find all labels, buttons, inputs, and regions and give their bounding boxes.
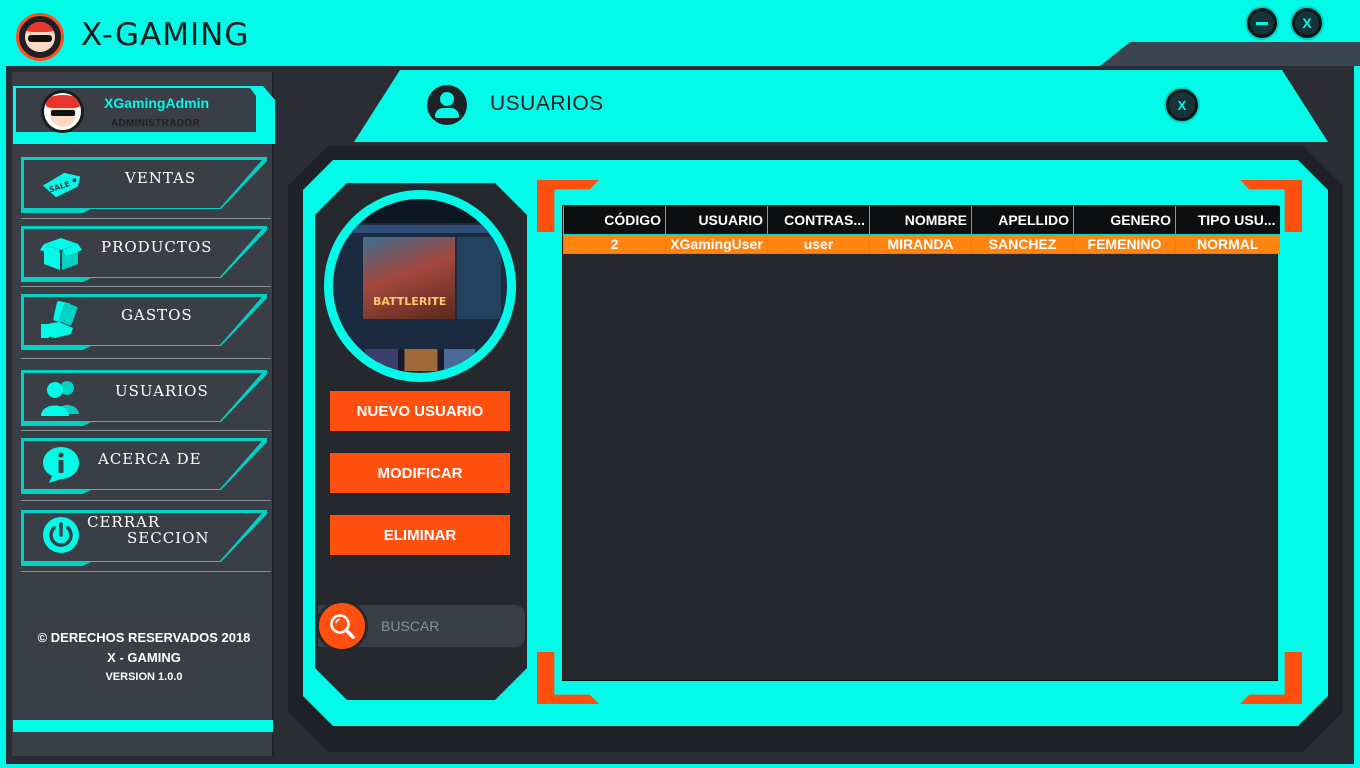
column-header-genero[interactable]: GENERO	[1073, 206, 1176, 235]
table-cell[interactable]: 2	[563, 233, 666, 254]
sidebar-divider	[21, 500, 271, 501]
table-cell[interactable]: FEMENINO	[1073, 233, 1176, 254]
profile-role: ADMINISTRADOR	[111, 118, 200, 129]
search-button[interactable]	[316, 600, 368, 652]
version-text: VERSION 1.0.0	[105, 671, 183, 683]
edit-button[interactable]: MODIFICAR	[330, 453, 510, 493]
sidebar-item-label: VENTAS	[125, 169, 197, 187]
user-icon	[427, 85, 467, 125]
sidebar-item-label-line2: SECCION	[127, 529, 210, 547]
search-input[interactable]	[360, 606, 520, 646]
delete-button[interactable]: ELIMINAR	[330, 515, 510, 555]
column-header-usuario[interactable]: USUARIO	[665, 206, 768, 235]
sidebar-item-label: GASTOS	[121, 306, 193, 324]
copyright-text: © DERECHOS RESERVADOS 2018	[37, 630, 251, 645]
table-cell[interactable]: NORMAL	[1175, 233, 1280, 254]
money-hand-icon	[39, 301, 83, 340]
search-icon	[330, 614, 355, 639]
column-header-contrasena[interactable]: CONTRAS...	[767, 206, 870, 235]
app-logo-icon	[16, 13, 64, 61]
page-title: USUARIOS	[490, 92, 604, 115]
sidebar-item-label: USUARIOS	[115, 382, 209, 400]
sidebar-item-cerrar-seccion[interactable]: CERRAR SECCION	[21, 510, 269, 566]
sidebar-divider	[21, 286, 271, 287]
sidebar-divider	[21, 430, 271, 431]
footer-brand: X - GAMING	[107, 650, 181, 665]
sale-tag-icon: SALE	[39, 165, 83, 203]
table-row[interactable]: 2 XGamingUser user MIRANDA SANCHEZ FEMEN…	[563, 233, 1280, 254]
new-user-button[interactable]: NUEVO USUARIO	[330, 391, 510, 431]
title-bar-decoration	[1100, 42, 1360, 66]
column-header-apellido[interactable]: APELLIDO	[971, 206, 1074, 235]
minimize-icon	[1256, 21, 1268, 25]
sidebar-divider	[21, 218, 271, 219]
table-cell[interactable]: MIRANDA	[869, 233, 972, 254]
app-title: X-GAMING	[81, 17, 250, 53]
sidebar-item-acerca-de[interactable]: ACERCA DE	[21, 438, 269, 494]
close-window-button[interactable]: X	[1292, 8, 1322, 38]
sidebar-divider	[21, 358, 271, 359]
user-photo: BATTLERITE	[333, 199, 507, 373]
sidebar-item-gastos[interactable]: GASTOS	[21, 294, 269, 350]
profile-username: XGamingAdmin	[104, 95, 210, 111]
column-header-codigo[interactable]: CÓDIGO	[563, 206, 666, 235]
sidebar-divider	[21, 571, 271, 572]
sidebar-item-ventas[interactable]: SALE VENTAS	[21, 157, 269, 213]
table-header-row: CÓDIGO USUARIO CONTRAS... NOMBRE APELLID…	[563, 206, 1280, 235]
sidebar-item-usuarios[interactable]: USUARIOS	[21, 370, 269, 426]
power-icon	[39, 516, 83, 554]
table-cell[interactable]: SANCHEZ	[971, 233, 1074, 254]
sidebar-bottom-bar	[13, 720, 273, 732]
users-icon	[39, 378, 83, 416]
table-cell[interactable]: XGamingUser	[665, 233, 768, 254]
column-header-tipo-usuario[interactable]: TIPO USU...	[1175, 206, 1280, 235]
column-header-nombre[interactable]: NOMBRE	[869, 206, 972, 235]
avatar	[41, 90, 84, 133]
photo-caption: BATTLERITE	[373, 295, 447, 308]
info-icon	[39, 446, 83, 484]
users-table[interactable]: CÓDIGO USUARIO CONTRAS... NOMBRE APELLID…	[562, 205, 1280, 681]
close-section-button[interactable]: X	[1166, 89, 1198, 121]
minimize-button[interactable]	[1247, 8, 1277, 38]
sidebar-item-productos[interactable]: PRODUCTOS	[21, 226, 269, 282]
table-cell[interactable]: user	[767, 233, 870, 254]
sidebar-item-label: ACERCA DE	[98, 450, 202, 468]
sidebar-item-label: PRODUCTOS	[101, 238, 213, 256]
box-icon	[39, 234, 83, 272]
